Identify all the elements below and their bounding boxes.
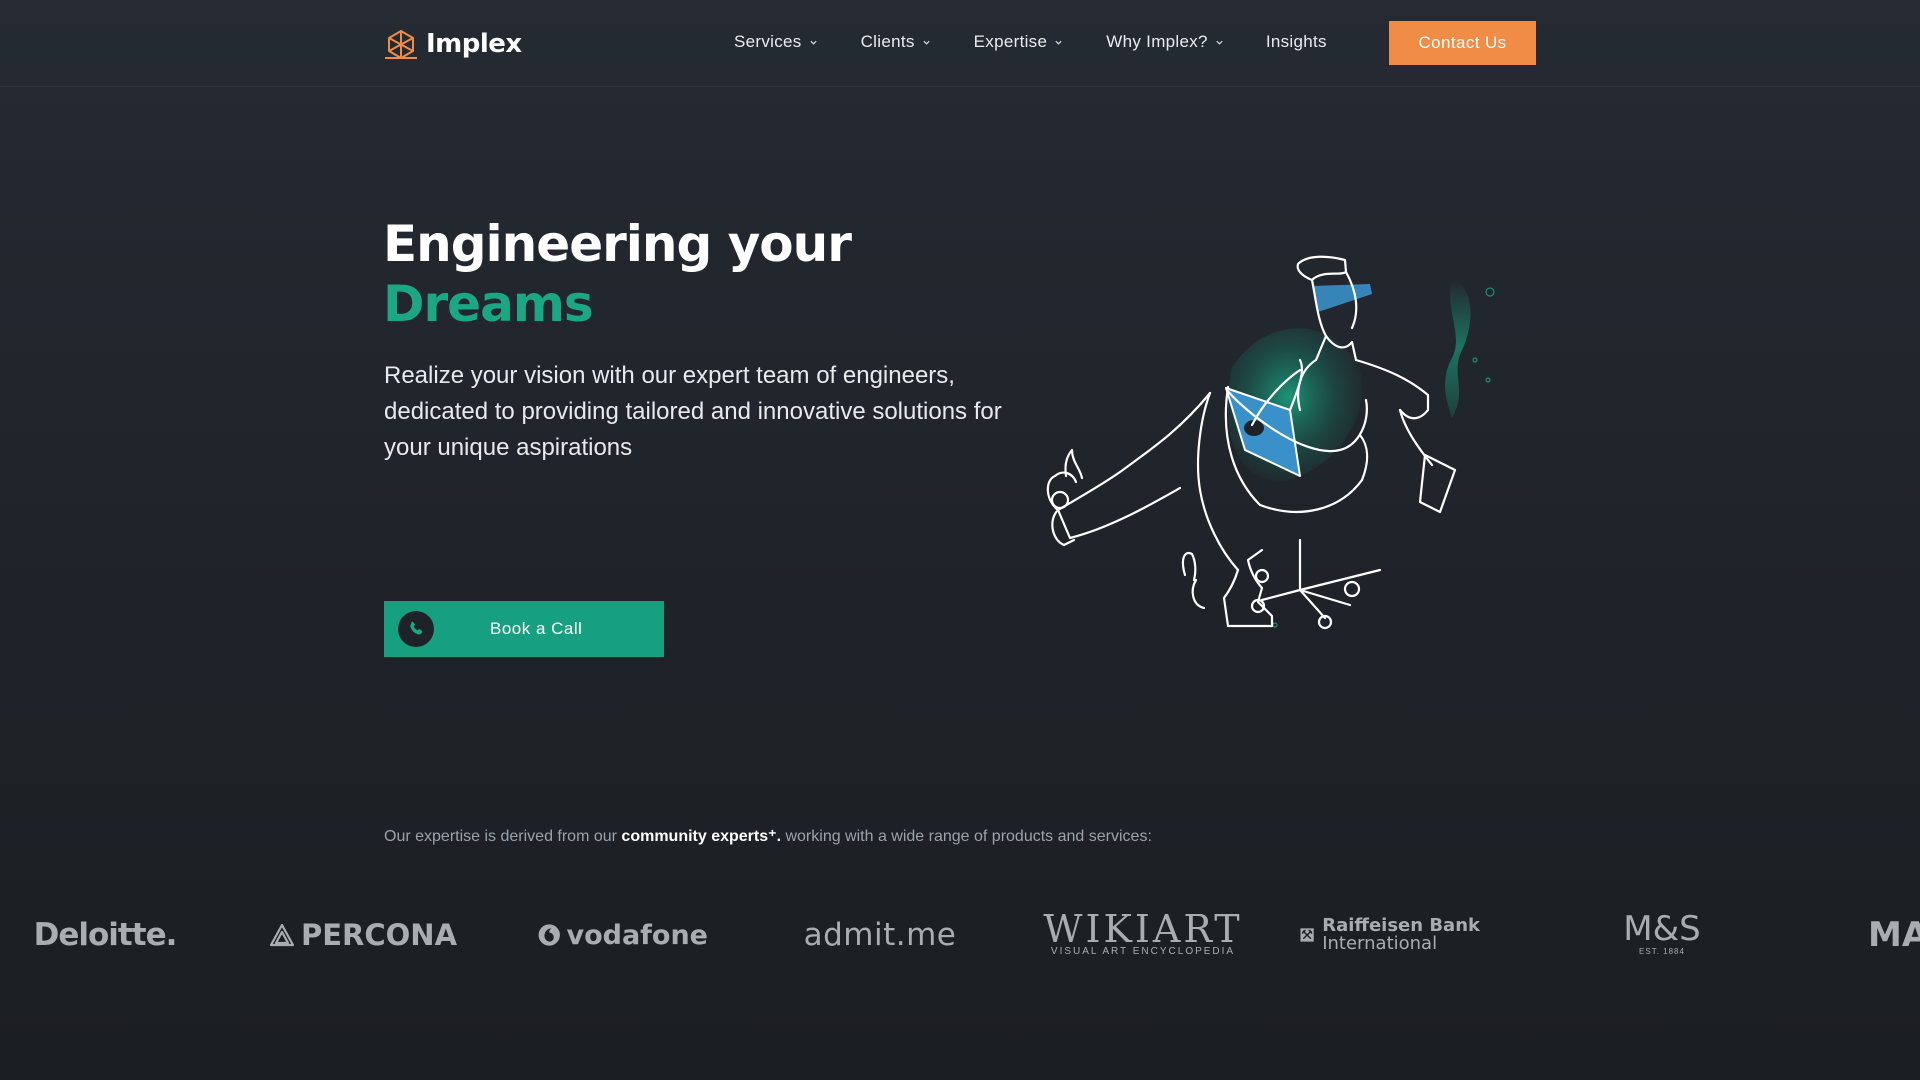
book-a-call-button[interactable]: Book a Call: [384, 601, 664, 657]
hero-title-highlight: Dreams: [383, 275, 594, 333]
ms-logo: M&S EST. 1884: [1600, 900, 1724, 970]
percona-logo: PERCONA: [268, 900, 458, 970]
nav-why-implex[interactable]: Why Implex?: [1106, 32, 1224, 52]
wikiart-logo-text: WIKIART: [1043, 907, 1243, 951]
nav-services-label: Services: [734, 32, 802, 51]
nav-insights-label: Insights: [1265, 32, 1327, 51]
vodafone-mark-icon: [538, 924, 560, 946]
main-nav: Services Clients Expertise Why Implex? I…: [734, 28, 1327, 56]
nav-clients[interactable]: Clients: [861, 32, 931, 52]
chevron-down-icon: [1055, 40, 1062, 45]
raiffeisen-logo-text: Raiffeisen Bank International: [1322, 917, 1480, 953]
phone-icon: [398, 611, 434, 647]
client-logos-strip: Deloitte. PERCONA vodafone admit.me WIKI…: [0, 900, 1920, 970]
vodafone-logo-text: vodafone: [566, 919, 708, 951]
raiffeisen-mark-icon: [1300, 928, 1314, 942]
chevron-down-icon: [1216, 40, 1223, 45]
raiffeisen-line2: International: [1322, 933, 1438, 954]
nav-services[interactable]: Services: [734, 32, 818, 52]
site-header: Implex Services Clients Expertise Why Im…: [0, 0, 1920, 87]
implex-logo[interactable]: Implex: [384, 26, 522, 62]
deloitte-logo-text: Deloitte.: [33, 917, 178, 953]
nav-expertise-label: Expertise: [973, 32, 1048, 51]
partial-client-logo-text: MA: [1868, 915, 1920, 955]
chevron-down-icon: [923, 40, 930, 45]
expertise-suffix: working with a wide range of products an…: [781, 828, 1152, 845]
book-a-call-label: Book a Call: [490, 619, 583, 638]
nav-expertise[interactable]: Expertise: [974, 32, 1064, 52]
brand-name: Implex: [426, 29, 522, 59]
engineer-on-chair-illustration: [1046, 255, 1495, 630]
ms-logo-text: M&S: [1623, 909, 1701, 949]
wikiart-tagline: VISUAL ART ENCYCLOPEDIA: [1050, 946, 1236, 957]
community-experts-link[interactable]: community experts: [621, 828, 768, 845]
implex-cube-icon: [385, 30, 417, 59]
nav-clients-label: Clients: [860, 32, 915, 51]
contact-us-button[interactable]: Contact Us: [1389, 21, 1536, 65]
admitme-logo-text: admit.me: [803, 917, 957, 953]
hero-title: Engineering your Dreams: [383, 214, 852, 334]
ms-est-text: EST. 1884: [1639, 947, 1685, 956]
percona-mark-icon: [269, 923, 295, 947]
admitme-logo: admit.me: [800, 900, 960, 970]
hero-subtitle: Realize your vision with our expert team…: [384, 362, 1002, 461]
percona-logo-text: PERCONA: [300, 918, 458, 952]
nav-why-implex-label: Why Implex?: [1106, 32, 1208, 51]
deloitte-logo: Deloitte.: [30, 900, 180, 970]
vodafone-logo: vodafone: [538, 900, 708, 970]
expertise-prefix: Our expertise is derived from our: [384, 828, 622, 845]
nav-insights[interactable]: Insights: [1266, 32, 1327, 52]
wikiart-logo: WIKIART VISUAL ART ENCYCLOPEDIA: [1043, 900, 1239, 970]
sparkle-icon: ⁺.: [768, 828, 782, 845]
hero-title-line1: Engineering your: [383, 215, 852, 273]
raiffeisen-logo: Raiffeisen Bank International: [1300, 900, 1480, 970]
expertise-statement: Our expertise is derived from our commun…: [384, 826, 1152, 846]
chevron-down-icon: [809, 40, 817, 45]
partial-client-logo: MA: [1868, 900, 1920, 970]
